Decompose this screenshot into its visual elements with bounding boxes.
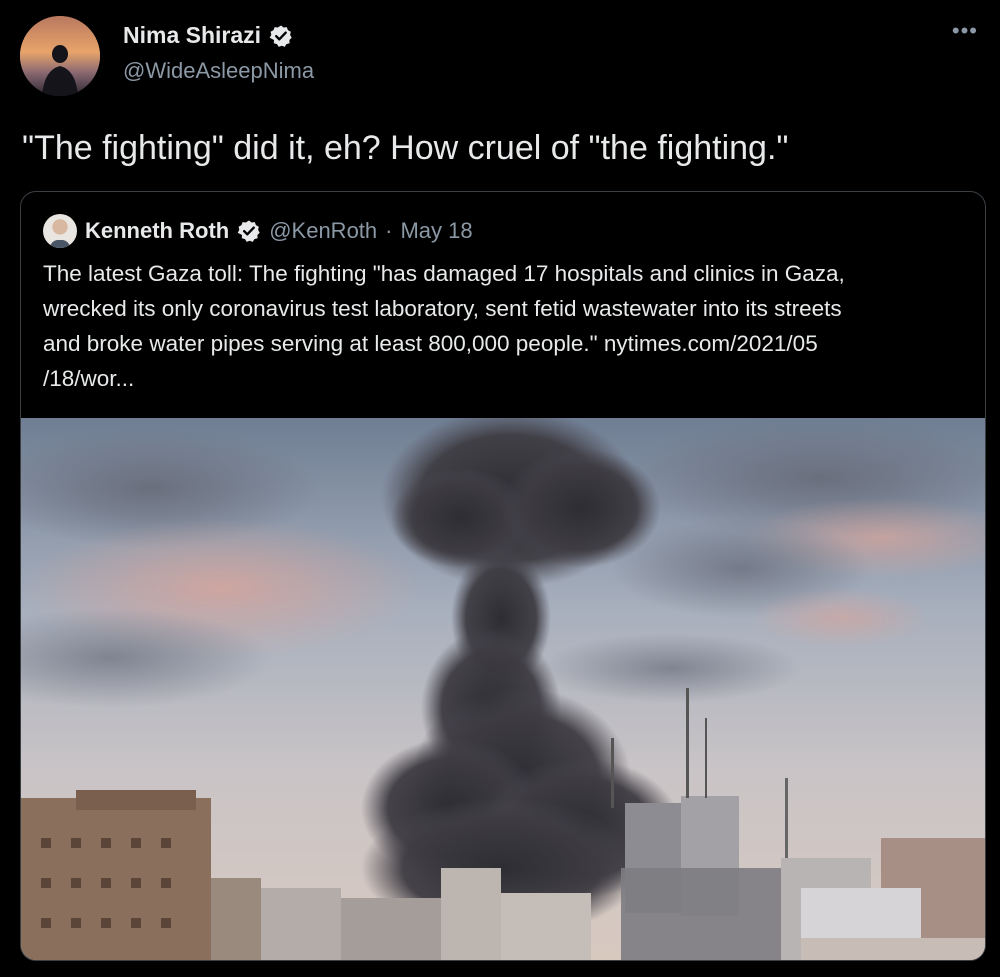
tweet-text: "The fighting" did it, eh? How cruel of … xyxy=(22,129,789,167)
quoted-tweet[interactable]: Kenneth Roth @KenRoth · May 18 The lates… xyxy=(20,191,986,961)
quoted-body-line: and broke water pipes serving at least 8… xyxy=(43,331,818,356)
quoted-body-line: /18/wor... xyxy=(43,366,135,391)
quoted-author-name[interactable]: Kenneth Roth xyxy=(85,218,229,244)
quoted-tweet-header: Kenneth Roth @KenRoth · May 18 xyxy=(43,214,473,248)
quoted-tweet-body: The latest Gaza toll: The fighting "has … xyxy=(43,256,968,396)
quoted-body-line: The latest Gaza toll: The fighting "has … xyxy=(43,261,845,286)
quoted-author-handle[interactable]: @KenRoth xyxy=(269,218,377,244)
quoted-body-line: wrecked its only coronavirus test labora… xyxy=(43,296,842,321)
author-name-row[interactable]: Nima Shirazi xyxy=(123,22,293,49)
verified-badge-icon xyxy=(269,25,292,47)
tweet: Nima Shirazi @WideAsleepNima ••• "The fi… xyxy=(0,0,1000,977)
author-name[interactable]: Nima Shirazi xyxy=(123,22,261,49)
quoted-author-avatar[interactable] xyxy=(43,214,77,248)
more-options-icon[interactable]: ••• xyxy=(952,18,978,44)
verified-badge-icon xyxy=(237,220,260,242)
author-avatar[interactable] xyxy=(20,16,100,96)
separator-dot: · xyxy=(385,218,393,243)
author-handle[interactable]: @WideAsleepNima xyxy=(123,58,314,84)
quoted-tweet-date[interactable]: May 18 xyxy=(400,218,472,244)
quoted-tweet-photo[interactable] xyxy=(21,418,985,960)
